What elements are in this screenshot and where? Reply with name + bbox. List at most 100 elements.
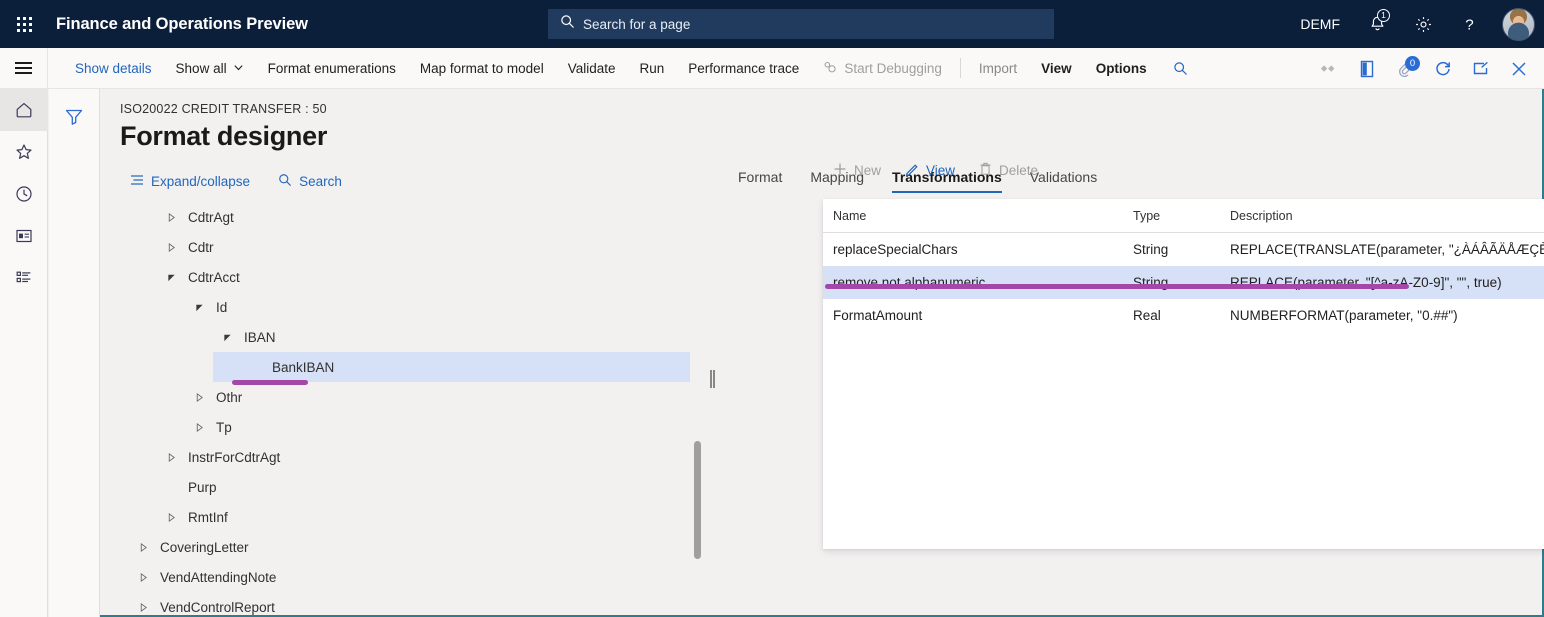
expand-collapse-button[interactable]: Expand/collapse — [130, 174, 250, 189]
tree-node[interactable]: Id — [100, 292, 706, 322]
cmd-label: View — [1041, 61, 1072, 76]
tree-toolbar: Expand/collapse Search — [130, 169, 342, 193]
search-input[interactable]: Search for a page — [548, 9, 1054, 39]
tree-node[interactable]: Purp — [100, 472, 706, 502]
close-icon[interactable] — [1500, 48, 1538, 89]
pane-splitter-handle[interactable] — [706, 364, 716, 394]
cmd-label: Import — [979, 61, 1017, 76]
cmd-view[interactable]: View — [1029, 48, 1084, 89]
debug-gear-icon — [823, 61, 838, 75]
attachment-icon[interactable]: 0 — [1386, 48, 1424, 89]
cmd-performance-trace[interactable]: Performance trace — [676, 48, 811, 89]
format-tree[interactable]: CdtrAgt CdtrCdtrAcct Id IBAN BankIBAN Othr TpI… — [100, 202, 706, 617]
tree-node[interactable]: Cdtr — [100, 232, 706, 262]
cmd-map-format-to-model[interactable]: Map format to model — [408, 48, 556, 89]
command-bar-right-icons: 0 — [1310, 48, 1538, 89]
tree-node-label: CoveringLetter — [160, 540, 249, 555]
tree-node[interactable]: BankIBAN — [213, 352, 690, 382]
tree-node-label: Id — [216, 300, 227, 315]
tree-node[interactable]: VendAttendingNote — [100, 562, 706, 592]
tree-node[interactable]: CdtrAcct — [100, 262, 706, 292]
tree-expanded-arrow-icon[interactable] — [164, 262, 178, 292]
tree-node[interactable]: IBAN — [100, 322, 706, 352]
cell-name: FormatAmount — [823, 299, 1133, 332]
command-separator — [960, 58, 961, 78]
table-row[interactable]: replaceSpecialCharsStringREPLACE(TRANSLA… — [823, 233, 1544, 267]
app-launcher-icon[interactable] — [0, 0, 48, 48]
rail-item-recent[interactable] — [0, 173, 48, 215]
tree-search-button[interactable]: Search — [278, 173, 342, 190]
rail-item-home[interactable] — [0, 89, 48, 131]
tree-node[interactable]: RmtInf — [100, 502, 706, 532]
tree-collapsed-arrow-icon[interactable] — [164, 442, 178, 472]
cell-type: String — [1133, 266, 1230, 299]
refresh-icon[interactable] — [1424, 48, 1462, 89]
link-share-icon[interactable] — [1310, 48, 1348, 89]
tree-collapsed-arrow-icon[interactable] — [192, 412, 206, 442]
tree-node[interactable]: Tp — [100, 412, 706, 442]
tree-node-label: VendControlReport — [160, 600, 275, 615]
tree-node[interactable]: InstrForCdtrAgt — [100, 442, 706, 472]
rail-item-workspaces[interactable] — [0, 215, 48, 257]
tree-node-label: CdtrAgt — [188, 210, 234, 225]
rail-item-modules[interactable] — [0, 257, 48, 299]
cmd-run[interactable]: Run — [628, 48, 677, 89]
column-header-type[interactable]: Type — [1133, 199, 1230, 233]
cmd-options[interactable]: Options — [1084, 48, 1159, 89]
cmd-import[interactable]: Import — [967, 48, 1029, 89]
column-header-name[interactable]: Name — [823, 199, 1133, 233]
cmd-label: Start Debugging — [844, 61, 942, 76]
filter-funnel-icon[interactable] — [54, 101, 94, 133]
nav-menu-toggle-icon[interactable] — [0, 48, 48, 89]
cell-type: Real — [1133, 299, 1230, 332]
tree-node-label: Othr — [216, 390, 242, 405]
cmd-format-enumerations[interactable]: Format enumerations — [256, 48, 408, 89]
cmd-validate[interactable]: Validate — [556, 48, 628, 89]
tree-collapsed-arrow-icon[interactable] — [164, 502, 178, 532]
transformations-grid-card: New View Delete — [823, 199, 1544, 549]
tree-collapsed-arrow-icon[interactable] — [136, 592, 150, 617]
gear-icon[interactable] — [1400, 0, 1446, 48]
app-title: Finance and Operations Preview — [56, 15, 308, 34]
cmd-show-details[interactable]: Show details — [63, 48, 164, 89]
tree-node-label: BankIBAN — [272, 360, 334, 375]
tree-collapsed-arrow-icon[interactable] — [192, 382, 206, 412]
tree-node[interactable]: CoveringLetter — [100, 532, 706, 562]
open-in-new-window-icon[interactable] — [1462, 48, 1500, 89]
tree-expanded-arrow-icon[interactable] — [220, 322, 234, 352]
company-selector[interactable]: DEMF — [1286, 16, 1354, 32]
trash-icon — [979, 162, 992, 179]
attachment-count-badge: 0 — [1405, 56, 1420, 71]
tree-collapsed-arrow-icon[interactable] — [136, 562, 150, 592]
new-label: New — [854, 163, 881, 178]
cell-name: remove not alphanumeric — [823, 266, 1133, 299]
tree-node[interactable]: CdtrAgt — [100, 202, 706, 232]
tab-format[interactable]: Format — [724, 169, 796, 193]
view-button[interactable]: View — [895, 155, 965, 185]
rail-item-favorites[interactable] — [0, 131, 48, 173]
tree-collapsed-arrow-icon[interactable] — [164, 202, 178, 232]
page-title: Format designer — [120, 121, 327, 152]
search-icon — [278, 173, 292, 190]
table-row[interactable]: remove not alphanumericStringREPLACE(par… — [823, 266, 1544, 299]
panel-icon[interactable] — [1348, 48, 1386, 89]
tree-expanded-arrow-icon[interactable] — [192, 292, 206, 322]
table-body: replaceSpecialCharsStringREPLACE(TRANSLA… — [823, 233, 1544, 333]
tree-scrollbar-thumb[interactable] — [694, 441, 701, 559]
cmd-label: Map format to model — [420, 61, 544, 76]
column-header-description[interactable]: Description — [1230, 199, 1544, 233]
avatar[interactable] — [1492, 0, 1544, 48]
notification-bell-icon[interactable]: 1 — [1354, 0, 1400, 48]
tree-collapsed-arrow-icon[interactable] — [164, 232, 178, 262]
tree-collapsed-arrow-icon[interactable] — [136, 532, 150, 562]
tab-label: Format — [738, 169, 782, 185]
command-search-icon[interactable] — [1159, 48, 1203, 89]
tree-node[interactable]: VendControlReport — [100, 592, 706, 617]
tree-node[interactable]: Othr — [100, 382, 706, 412]
command-bar: Show details Show all Format enumeration… — [0, 48, 1544, 89]
cmd-show-all[interactable]: Show all — [164, 48, 256, 89]
table-row[interactable]: FormatAmountRealNUMBERFORMAT(parameter, … — [823, 299, 1544, 332]
cmd-label: Run — [640, 61, 665, 76]
view-label: View — [926, 163, 955, 178]
help-icon[interactable]: ? — [1446, 0, 1492, 48]
